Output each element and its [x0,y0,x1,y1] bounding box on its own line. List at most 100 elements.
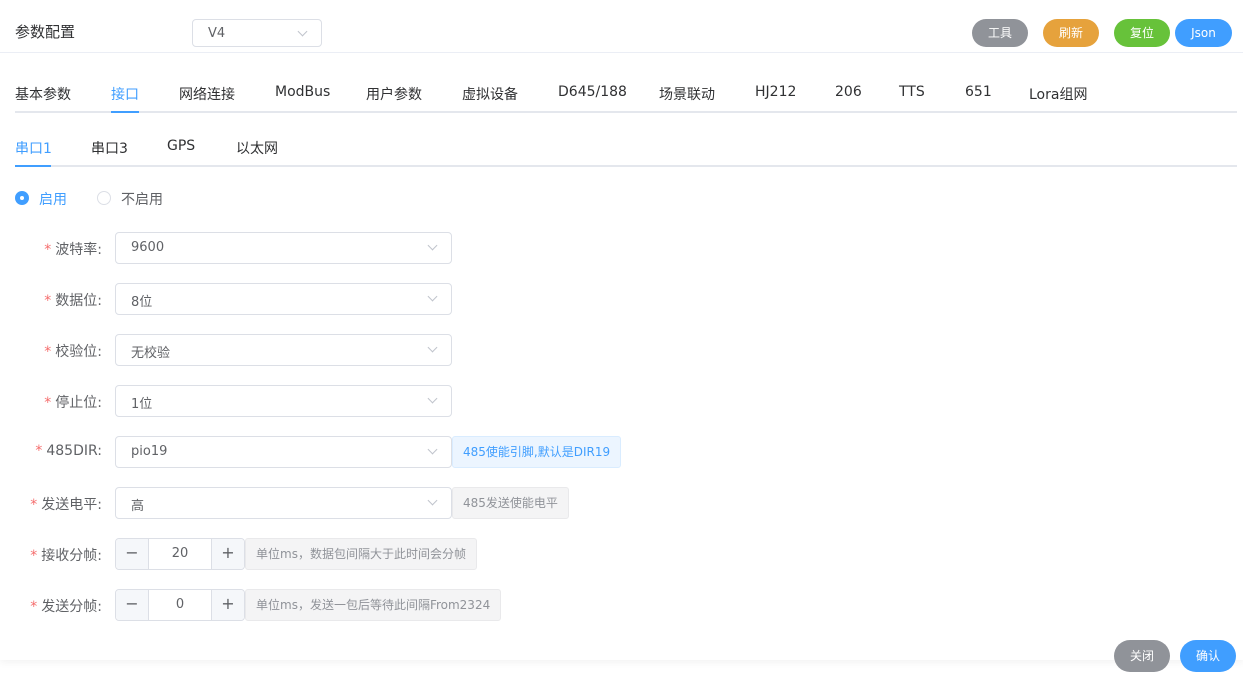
dir485-select[interactable]: pio19 [115,436,452,468]
stop-bits-label-text: 停止位: [55,395,102,411]
recv-frame-input[interactable]: 20 [149,539,211,569]
required-mark: * [35,443,43,459]
form-row-send-level: * 发送电平: 高 485发送使能电平 [0,487,700,519]
send-level-hint: 485发送使能电平 [452,487,569,519]
tools-button[interactable]: 工具 [972,19,1028,47]
data-bits-label: * 数据位: [44,290,102,310]
tab-scene-linkage[interactable]: 场景联动 [659,84,715,104]
dir485-label: * 485DIR: [35,443,102,459]
send-frame-label: * 发送分帧: [30,596,102,616]
chevron-down-icon [427,444,438,455]
header: 参数配置 V4 工具 刷新 复位 Json [0,0,1243,53]
radio-checked-icon [15,191,29,205]
close-button[interactable]: 关闭 [1114,640,1170,672]
stop-bits-select[interactable]: 1位 [115,385,452,417]
sub-tabs: 串口1 串口3 GPS 以太网 [15,129,1237,167]
chevron-down-icon [427,342,438,353]
decrement-button[interactable]: − [116,539,149,569]
subtab-ethernet[interactable]: 以太网 [236,138,278,158]
active-subtab-indicator [15,165,51,167]
subtab-gps[interactable]: GPS [167,138,195,154]
baud-rate-select[interactable]: 9600 [115,232,452,264]
data-bits-select[interactable]: 8位 [115,283,452,315]
tab-basic-params[interactable]: 基本参数 [15,84,71,104]
recv-frame-hint: 单位ms，数据包间隔大于此时间会分帧 [245,538,477,570]
tab-network[interactable]: 网络连接 [179,84,235,104]
tab-lora[interactable]: Lora组网 [1029,84,1087,104]
recv-frame-label-text: 接收分帧: [41,548,102,564]
send-level-select[interactable]: 高 [115,487,452,519]
required-mark: * [44,344,52,360]
tab-modbus[interactable]: ModBus [275,84,330,100]
tab-interface[interactable]: 接口 [111,84,139,104]
chevron-down-icon [297,26,308,37]
increment-button[interactable]: + [211,590,244,620]
stop-bits-label: * 停止位: [44,392,102,412]
main-tabs: 基本参数 接口 网络连接 ModBus 用户参数 虚拟设备 D645/188 场… [15,75,1237,113]
tab-hj212[interactable]: HJ212 [755,84,796,100]
chevron-down-icon [427,495,438,506]
dir485-hint: 485使能引脚,默认是DIR19 [452,436,622,468]
required-mark: * [44,395,52,411]
data-bits-label-text: 数据位: [55,293,102,309]
parity-label-text: 校验位: [55,344,102,360]
required-mark: * [30,599,38,615]
config-panel: 参数配置 V4 工具 刷新 复位 Json 基本参数 接口 网络连接 ModBu… [0,0,1243,660]
radio-unchecked-icon [97,191,111,205]
tab-tts[interactable]: TTS [899,84,925,100]
tab-651[interactable]: 651 [965,84,992,100]
refresh-button[interactable]: 刷新 [1043,19,1099,47]
radio-disable-label: 不启用 [121,192,163,208]
form-row-baud-rate: * 波特率: 9600 [0,232,700,264]
required-mark: * [44,242,52,258]
required-mark: * [30,548,38,564]
tab-user-params[interactable]: 用户参数 [366,84,422,104]
send-frame-input[interactable]: 0 [149,590,211,620]
required-mark: * [30,497,38,513]
send-level-value: 高 [131,499,145,514]
baud-rate-label-text: 波特率: [55,242,102,258]
version-select[interactable]: V4 [192,19,322,47]
stop-bits-value: 1位 [131,397,153,412]
subtab-serial1[interactable]: 串口1 [15,138,52,158]
page-title: 参数配置 [15,23,76,41]
subtab-serial3[interactable]: 串口3 [91,138,128,158]
form-row-parity: * 校验位: 无校验 [0,334,700,366]
send-frame-hint: 单位ms，发送一包后等待此间隔From2324 [245,589,502,621]
reset-button[interactable]: 复位 [1114,19,1170,47]
confirm-button[interactable]: 确认 [1180,640,1236,672]
send-level-label-text: 发送电平: [41,497,102,513]
decrement-button[interactable]: − [116,590,149,620]
version-value: V4 [208,26,226,41]
form-row-send-frame: * 发送分帧: − 0 + 单位ms，发送一包后等待此间隔From2324 [0,589,700,621]
form-row-485dir: * 485DIR: pio19 485使能引脚,默认是DIR19 [0,436,700,468]
send-level-label: * 发送电平: [30,494,102,514]
send-frame-stepper: − 0 + [115,589,245,621]
baud-rate-value: 9600 [131,240,165,255]
baud-rate-label: * 波特率: [44,239,102,259]
chevron-down-icon [427,393,438,404]
dir485-value: pio19 [131,444,168,459]
json-button[interactable]: Json [1175,19,1232,47]
active-tab-indicator [111,111,139,113]
form-row-stop-bits: * 停止位: 1位 [0,385,700,417]
parity-value: 无校验 [131,346,171,361]
required-mark: * [44,293,52,309]
increment-button[interactable]: + [211,539,244,569]
chevron-down-icon [427,291,438,302]
recv-frame-label: * 接收分帧: [30,545,102,565]
dir485-label-text: 485DIR: [46,443,102,459]
radio-disable[interactable]: 不启用 [97,189,177,208]
chevron-down-icon [427,240,438,251]
parity-label: * 校验位: [44,341,102,361]
send-frame-label-text: 发送分帧: [41,599,102,615]
recv-frame-stepper: − 20 + [115,538,245,570]
tab-d645[interactable]: D645/188 [558,84,627,100]
form-row-data-bits: * 数据位: 8位 [0,283,700,315]
radio-enable-label: 启用 [39,192,67,208]
parity-select[interactable]: 无校验 [115,334,452,366]
tab-virtual-device[interactable]: 虚拟设备 [462,84,518,104]
data-bits-value: 8位 [131,295,153,310]
tab-206[interactable]: 206 [835,84,862,100]
form-row-recv-frame: * 接收分帧: − 20 + 单位ms，数据包间隔大于此时间会分帧 [0,538,700,570]
